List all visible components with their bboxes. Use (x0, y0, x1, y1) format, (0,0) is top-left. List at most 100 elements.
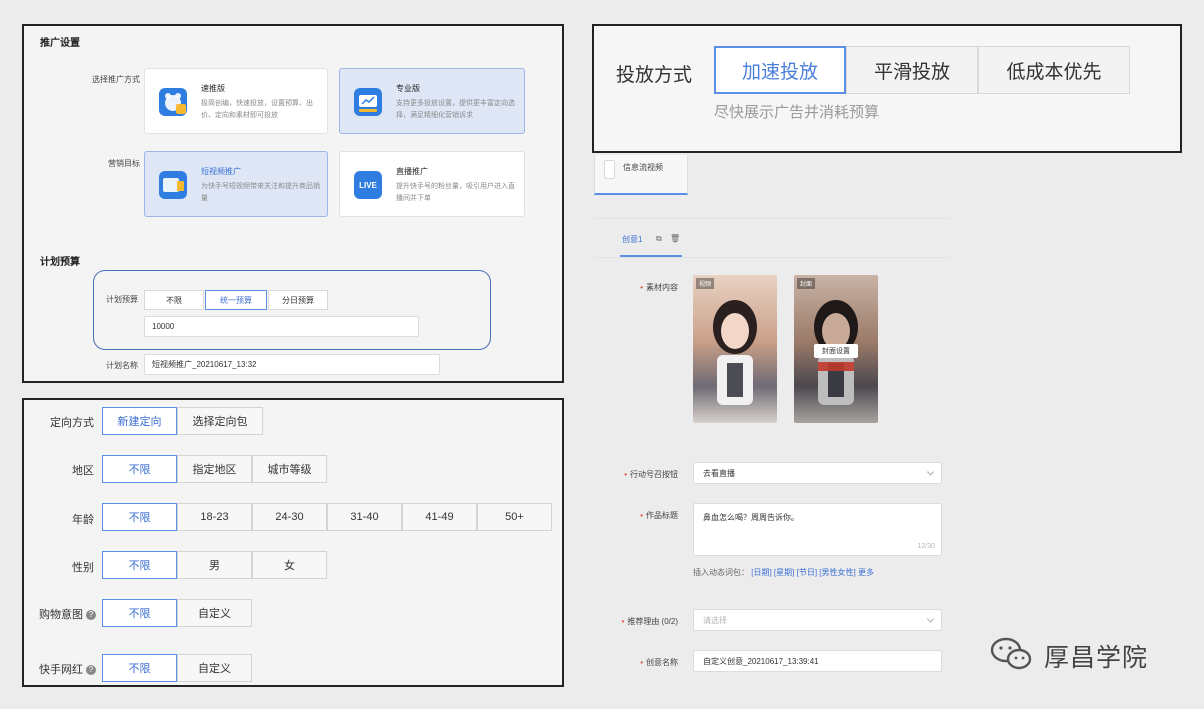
delete-icon[interactable]: 🗑 (670, 234, 680, 243)
targeting-new-button[interactable]: 新建定向 (102, 407, 177, 435)
promo-method-label: 选择推广方式 (92, 75, 140, 84)
cta-row-label: • 行动号召按钮 (624, 470, 678, 479)
gender-option-unlimited[interactable]: 不限 (102, 551, 177, 579)
live-icon: LIVE (354, 171, 382, 199)
cover-settings-button[interactable]: 封面设置 (814, 344, 858, 358)
reason-row-label: • 推荐理由 (0/2) (621, 617, 678, 626)
insert-word-holiday[interactable]: [节日] (797, 568, 817, 577)
goal-card-desc: 提升快手号的粉丝量，吸引用户进入直播间并下单 (396, 183, 515, 202)
title-char-count: 12/30 (917, 543, 935, 550)
age-option-41-49[interactable]: 41-49 (402, 503, 477, 531)
wechat-icon (990, 634, 1032, 672)
cta-select[interactable]: 去看直播 (693, 462, 942, 484)
chevron-down-icon (926, 615, 935, 623)
goal-card-title: 短视频推广 (201, 167, 241, 176)
delivery-method-panel: 投放方式 加速投放 平滑投放 低成本优先 尽快展示广告并消耗预算 (592, 24, 1182, 153)
tab-feed-video[interactable]: 信息流视频 (594, 155, 688, 195)
region-option-city-tier[interactable]: 城市等级 (252, 455, 327, 483)
kol-row-label: 快手网红? (24, 661, 96, 677)
divider (594, 218, 950, 219)
copy-icon[interactable]: ⧉ (656, 234, 662, 244)
shopping-option-unlimited[interactable]: 不限 (102, 599, 177, 627)
kol-option-unlimited[interactable]: 不限 (102, 654, 177, 682)
gender-option-male[interactable]: 男 (177, 551, 252, 579)
help-icon[interactable]: ? (86, 610, 96, 621)
budget-highlight-ring (93, 270, 491, 350)
plan-name-input[interactable]: 短视频推广_20210617_13:32 (144, 354, 440, 375)
creative-name-input[interactable]: 自定义创意_20210617_13:39:41 (693, 650, 942, 672)
reason-label: 推荐理由 (0/2) (627, 617, 678, 626)
tab-creative-1[interactable]: 创意1 ⧉ 🗑 (620, 232, 682, 257)
delivery-method-label: 投放方式 (616, 65, 693, 86)
title-label: 作品标题 (646, 511, 678, 520)
bear-icon (159, 88, 187, 116)
title-text: 鼻血怎么喝？周周告诉你。 (703, 513, 799, 522)
promo-settings-title: 推广设置 (40, 38, 80, 49)
age-option-unlimited[interactable]: 不限 (102, 503, 177, 531)
chevron-down-icon (926, 468, 935, 476)
goal-card-short-video[interactable]: 短视频推广 为快手号短视频带来关注和提升商品销量 (144, 151, 328, 217)
age-option-31-40[interactable]: 31-40 (327, 503, 402, 531)
method-card-title: 专业版 (396, 84, 420, 93)
plan-name-label: 计划名称 (106, 361, 138, 370)
method-card-title: 速推版 (201, 84, 225, 93)
title-textarea[interactable]: 鼻血怎么喝？周周告诉你。 12/30 (693, 503, 942, 556)
method-card-quick[interactable]: 速推版 极简创编，快速投放，设置预算、出价、定向和素材即可投放 (144, 68, 328, 134)
marketing-goal-label: 营销目标 (108, 159, 140, 168)
watermark-text: 厚昌学院 (1044, 644, 1149, 672)
divider (594, 257, 950, 258)
insert-words-row: 插入动态词包： [日期] [星期] [节日] [男性女性] 更多 (693, 567, 874, 578)
insert-word-date[interactable]: [日期] (751, 568, 771, 577)
video-tag: 视频 (696, 278, 715, 289)
method-card-pro[interactable]: 专业版 支持更多投放设置，提供更丰富定向选择，满足精细化营销诉求 (339, 68, 525, 134)
live-icon-text: LIVE (359, 180, 377, 190)
method-card-desc: 极简创编，快速投放，设置预算、出价、定向和素材即可投放 (201, 100, 313, 119)
method-card-desc: 支持更多投放设置，提供更丰富定向选择，满足精细化营销诉求 (396, 100, 515, 119)
material-label: 素材内容 (646, 283, 678, 292)
cta-select-value: 去看直播 (703, 468, 735, 478)
reason-placeholder: 请选择 (703, 615, 727, 625)
creative-name-label: 创意名称 (646, 658, 678, 667)
creative-name-row-label: • 创意名称 (640, 658, 678, 667)
cover-thumbnail[interactable]: 封面 封面设置 (794, 275, 878, 423)
video-thumbnail[interactable]: 视频 (693, 275, 777, 423)
insert-word-gender[interactable]: [男性女性] (819, 568, 855, 577)
age-option-18-23[interactable]: 18-23 (177, 503, 252, 531)
targeting-panel: 定向方式 新建定向 选择定向包 地区 不限 指定地区 城市等级 年龄 不限 18… (22, 398, 564, 687)
gender-option-female[interactable]: 女 (252, 551, 327, 579)
goal-card-title: 直播推广 (396, 167, 428, 176)
cover-tag: 封面 (797, 278, 816, 289)
delivery-option-low-cost[interactable]: 低成本优先 (978, 46, 1130, 94)
insert-word-weekday[interactable]: [星期] (774, 568, 794, 577)
help-icon[interactable]: ? (86, 665, 96, 676)
material-row-label: • 素材内容 (640, 283, 678, 292)
title-row-label: • 作品标题 (640, 511, 678, 520)
cta-label: 行动号召按钮 (630, 470, 678, 479)
person-portrait-image (713, 300, 757, 405)
phone-icon (604, 160, 615, 179)
reason-select[interactable]: 请选择 (693, 609, 942, 631)
delivery-option-smooth[interactable]: 平滑投放 (846, 46, 978, 94)
age-option-50-plus[interactable]: 50+ (477, 503, 552, 531)
region-option-specific[interactable]: 指定地区 (177, 455, 252, 483)
goal-card-live[interactable]: LIVE 直播推广 提升快手号的粉丝量，吸引用户进入直播间并下单 (339, 151, 525, 217)
region-label: 地区 (72, 465, 94, 477)
age-label: 年龄 (72, 514, 94, 526)
targeting-package-button[interactable]: 选择定向包 (177, 407, 263, 435)
delivery-option-accelerated[interactable]: 加速投放 (714, 46, 846, 94)
shopping-intent-label: 购物意图 (39, 609, 83, 621)
goal-card-desc: 为快手号短视频带来关注和提升商品销量 (201, 183, 320, 202)
region-option-unlimited[interactable]: 不限 (102, 455, 177, 483)
delivery-hint: 尽快展示广告并消耗预算 (714, 104, 880, 121)
gender-label: 性别 (72, 562, 94, 574)
shopping-option-custom[interactable]: 自定义 (177, 599, 252, 627)
plan-budget-title: 计划预算 (40, 257, 80, 268)
tab-feed-video-label: 信息流视频 (623, 163, 663, 172)
age-option-24-30[interactable]: 24-30 (252, 503, 327, 531)
kol-option-custom[interactable]: 自定义 (177, 654, 252, 682)
insert-words-label: 插入动态词包： (693, 568, 749, 577)
targeting-method-label: 定向方式 (50, 417, 94, 429)
insert-word-more[interactable]: 更多 (858, 568, 874, 577)
video-icon (159, 171, 187, 199)
chart-icon (354, 88, 382, 116)
